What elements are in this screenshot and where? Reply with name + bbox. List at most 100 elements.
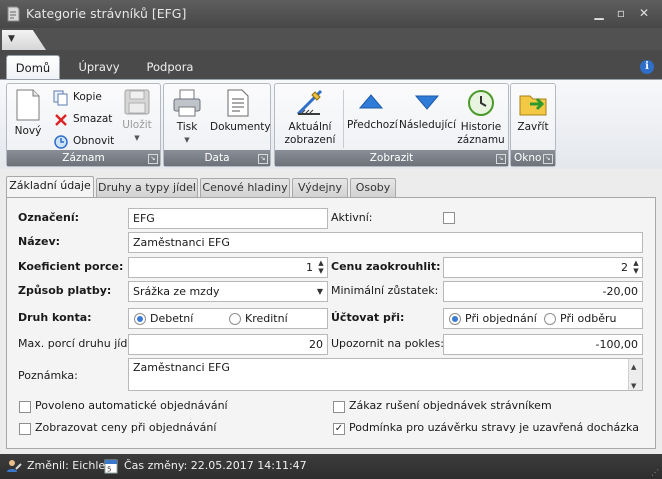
arrow-down-icon [414,95,440,110]
delete-button[interactable]: Smazat [53,110,117,128]
chevron-down-icon: ▼ [316,287,323,296]
spin-arrows-icon[interactable]: ▲ ▼ [631,259,641,276]
ribbon-tab-upravy[interactable]: Úpravy [72,55,126,80]
window-title: Kategorie strávníků [EFG] [26,6,187,21]
next-button[interactable]: Následující [399,88,456,132]
cena-zaokrouhlit-label: Cenu zaokrouhlit: [331,260,441,273]
debetni-radio[interactable] [134,313,146,325]
new-document-icon [16,89,40,121]
max-porci-field[interactable]: 20 [128,334,328,355]
ruler-pencil-icon [296,89,323,116]
exit-folder-icon [519,95,547,116]
help-icon[interactable]: i [640,60,654,74]
clock-history-icon [468,90,494,116]
form-panel: Označení: EFG Aktivní: Název: Zaměstnanc… [6,197,656,449]
copy-icon [53,90,68,106]
tab-druhy-jidel[interactable]: Druhy a typy jídel [96,178,198,197]
record-history-button[interactable]: Historie záznamu [457,88,505,147]
aktivni-checkbox[interactable] [443,212,455,224]
ribbon-tab-podpora[interactable]: Podpora [140,55,200,80]
zobrazovat-label: Zobrazovat ceny při objednávání [35,421,217,434]
oznaceni-field[interactable]: EFG [128,208,328,229]
resize-grip-icon[interactable]: ⋰ [651,468,659,477]
nazev-field[interactable]: Zaměstnanci EFG [128,232,643,253]
debetni-label: Debetní [150,312,194,325]
printer-icon [173,89,201,117]
pri-odberu-radio[interactable] [544,313,556,325]
upozornit-field[interactable]: -100,00 [443,334,643,355]
chevron-down-icon: ▼ [8,34,15,44]
aktivni-label: Aktivní: [331,211,373,224]
zobrazovat-checkbox[interactable] [19,423,31,435]
document-icon [227,89,249,117]
minimize-button[interactable]: ▁ [588,4,610,22]
dialog-launcher-icon[interactable]: ↘ [543,154,553,164]
koeficient-stepper[interactable]: 1 ▲ ▼ [128,257,328,278]
zpusob-platby-label: Způsob platby: [18,284,112,297]
ribbon-tab-domu[interactable]: Domů [6,55,60,80]
svg-text:5: 5 [107,466,111,474]
kreditni-label: Kreditní [245,312,288,325]
dialog-launcher-icon[interactable]: ↘ [496,154,506,164]
ribbon-group-zaznam: Nový Kopie Smazat Obnovit Uložit ▼ Zázna… [6,83,161,167]
min-zustatek-field[interactable]: -20,00 [443,281,643,302]
oznaceni-label: Označení: [18,211,79,224]
changed-by-text: Změnil: Eichler [27,459,110,472]
previous-button[interactable]: Předchozí [347,88,398,132]
povoleno-label: Povoleno automatické objednávání [35,399,228,412]
ribbon-group-label: Data [164,150,270,166]
cena-zaokrouhlit-stepper[interactable]: 2 ▲ ▼ [443,257,643,278]
app-icon [7,6,20,22]
zakaz-checkbox[interactable] [333,401,345,413]
close-button[interactable]: ✕ [633,4,655,22]
poznamka-label: Poznámka: [18,369,78,382]
ribbon: Nový Kopie Smazat Obnovit Uložit ▼ Zázna… [0,79,662,169]
kreditni-radio[interactable] [229,313,241,325]
save-button[interactable]: Uložit ▼ [119,88,155,145]
ribbon-group-zobrazit: Aktuální zobrazení ▼ Předchozí Následují… [274,83,509,167]
documents-button[interactable]: Dokumenty [210,88,271,134]
save-disk-icon [124,89,150,115]
povoleno-checkbox[interactable] [19,401,31,413]
user-icon [7,460,22,472]
separator [343,90,344,148]
tab-vydejny[interactable]: Výdejny [292,178,348,197]
podminka-checkbox[interactable]: ✓ [333,423,345,435]
dialog-launcher-icon[interactable]: ↘ [148,154,158,164]
close-window-button[interactable]: Zavřít [515,88,551,134]
chevron-down-icon: ▼ [184,136,190,144]
pri-objednani-label: Při objednání [465,312,537,325]
zpusob-platby-select[interactable]: Srážka ze mzdy ▼ [128,281,328,302]
tab-osoby[interactable]: Osoby [350,178,396,197]
tab-zakladni-udaje[interactable]: Základní údaje [6,176,94,198]
new-button[interactable]: Nový [11,88,45,138]
druh-konta-radio-group: Debetní Kreditní [128,308,328,329]
content-area: Základní údaje Druhy a typy jídel Cenové… [0,169,662,454]
dialog-launcher-icon[interactable]: ↘ [258,154,268,164]
chevron-down-icon: ▼ [134,134,140,142]
refresh-button[interactable]: Obnovit [53,132,123,150]
delete-x-icon [55,114,67,126]
maximize-button[interactable]: ▫ [610,4,632,22]
textarea-scrollbar[interactable]: ▲ ▼ [628,359,642,390]
scroll-down-icon[interactable]: ▼ [631,379,636,390]
scroll-up-icon[interactable]: ▲ [631,360,636,374]
pri-odberu-label: Při odběru [560,312,617,325]
koeficient-label: Koeficient porce: [18,260,124,273]
min-zustatek-label: Minimální zůstatek: [331,284,439,297]
status-bar: Změnil: Eichler 5 Čas změny: 22.05.2017 … [0,454,662,479]
druh-konta-label: Druh konta: [18,311,92,324]
title-bar: Kategorie strávníků [EFG] ▁ ▫ ✕ [0,0,662,28]
ribbon-group-label: Záznam [7,150,160,166]
copy-button[interactable]: Kopie [53,88,113,106]
print-button[interactable]: Tisk ▼ [170,88,204,147]
change-time-text: Čas změny: 22.05.2017 14:11:47 [124,459,307,472]
ribbon-group-data: Tisk ▼ Dokumenty Data ↘ [163,83,271,167]
poznamka-textarea[interactable]: Zaměstnanci EFG ▲ ▼ [128,358,643,391]
tab-cenove-hladiny[interactable]: Cenové hladiny [200,178,290,197]
uctovat-pri-label: Účtovat při: [331,311,405,324]
ribbon-tabs: Domů Úpravy Podpora [0,50,662,80]
pri-objednani-radio[interactable] [449,313,461,325]
spin-arrows-icon[interactable]: ▲ ▼ [316,259,326,276]
quick-access-menu-button[interactable]: ▼ [2,30,46,50]
